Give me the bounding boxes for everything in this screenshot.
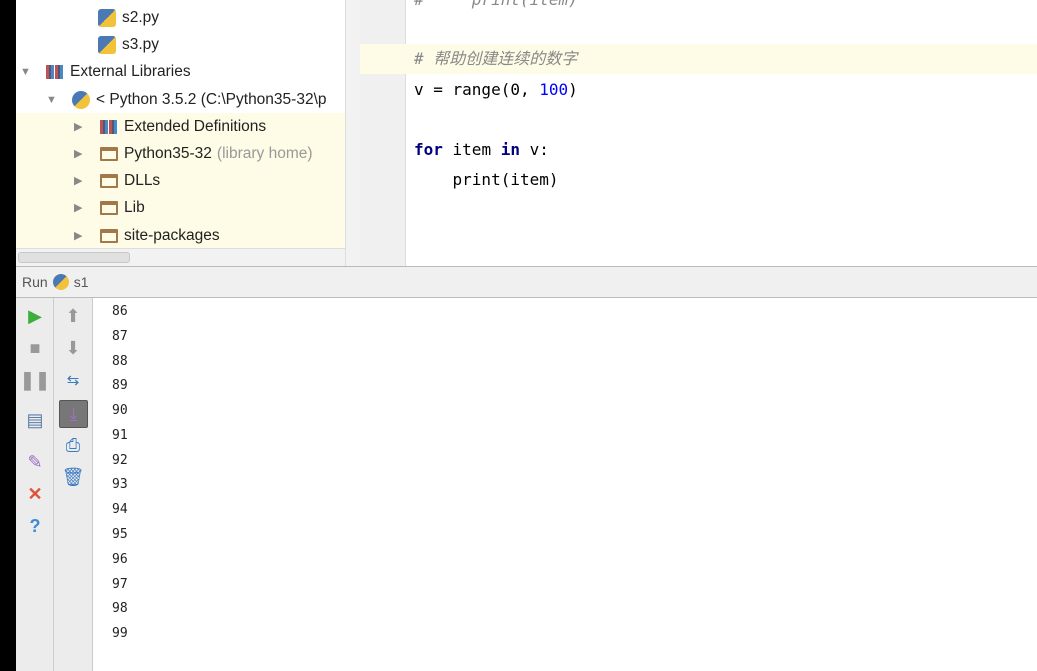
code-line: for item in v: (414, 140, 549, 159)
output-line: 92 (112, 453, 128, 468)
stop-icon[interactable]: ■ (23, 336, 47, 360)
output-line: 86 (112, 304, 128, 319)
python-icon (72, 90, 90, 109)
output-line: 91 (112, 428, 128, 443)
expand-down-icon[interactable]: ▼ (46, 94, 58, 106)
output-line: 94 (112, 502, 128, 517)
output-line: 96 (112, 552, 128, 567)
folder-icon (100, 173, 118, 188)
python-icon (52, 274, 69, 290)
expand-right-icon[interactable]: ▶ (74, 120, 86, 133)
down-arrow-icon[interactable]: ⬇ (61, 336, 85, 360)
tree-item-s2[interactable]: s2.py (98, 4, 159, 31)
code-line: print(item) (414, 170, 559, 189)
up-arrow-icon[interactable]: ⬆ (61, 304, 85, 328)
output-line: 98 (112, 601, 128, 616)
folder-icon (100, 146, 118, 161)
close-icon[interactable]: ✕ (23, 482, 47, 506)
output-line: 87 (112, 329, 128, 344)
soft-wrap-icon[interactable]: ⇆ (61, 368, 85, 392)
library-icon (46, 64, 64, 79)
tree-item-extended-definitions[interactable]: ▶ Extended Definitions (74, 113, 266, 140)
code-lines[interactable]: # print(item) # 帮助创建连续的数字 v = range(0, 1… (406, 0, 1037, 266)
project-tree: s2.py s3.py ▼ External Libraries ▼ < Pytho… (16, 0, 345, 266)
horizontal-scrollbar[interactable] (16, 248, 345, 266)
run-toolbar-secondary: ⬆ ⬇ ⇆ ⤓ ⎙ 🗑 (54, 298, 93, 671)
tree-item-external-libraries[interactable]: ▼ External Libraries (20, 58, 191, 85)
folder-icon (100, 228, 118, 243)
run-config-tab[interactable]: s1 (74, 274, 89, 290)
expand-right-icon[interactable]: ▶ (74, 229, 86, 242)
folder-icon (100, 200, 118, 215)
pause-icon[interactable]: ❚❚ (20, 368, 50, 392)
output-line: 99 (112, 626, 128, 641)
python-file-icon (98, 8, 116, 27)
output-line: 95 (112, 527, 128, 542)
python-file-icon (98, 35, 116, 54)
library-icon (100, 119, 118, 134)
expand-down-icon[interactable]: ▼ (20, 66, 32, 78)
output-line: 90 (112, 403, 128, 418)
output-line: 97 (112, 577, 128, 592)
run-icon[interactable]: ▶ (23, 304, 47, 328)
expand-right-icon[interactable]: ▶ (74, 147, 86, 160)
trash-icon[interactable]: 🗑 (61, 465, 85, 489)
expand-right-icon[interactable]: ▶ (74, 201, 86, 214)
tree-item-dlls[interactable]: ▶ DLLs (74, 167, 160, 194)
help-icon[interactable]: ? (23, 514, 47, 538)
scroll-to-end-icon[interactable]: ⤓ (59, 400, 88, 428)
print-icon[interactable]: ⎙ (61, 433, 85, 457)
code-line: v = range(0, 100) (414, 80, 578, 99)
code-line: # print(item) (414, 0, 578, 15)
layout-icon[interactable]: ▤ (23, 408, 47, 432)
scrollbar-thumb[interactable] (18, 252, 130, 263)
expand-right-icon[interactable]: ▶ (74, 174, 86, 187)
output-line: 93 (112, 477, 128, 492)
tree-vertical-scrollbar[interactable] (345, 0, 360, 266)
output-line: 89 (112, 378, 128, 393)
tree-item-lib[interactable]: ▶ Lib (74, 194, 145, 221)
output-line: 88 (112, 354, 128, 369)
code-line: # 帮助创建连续的数字 (414, 49, 578, 68)
pin-icon[interactable]: ✎ (23, 450, 47, 474)
console-output[interactable]: 86 87 88 89 90 91 92 93 94 95 96 97 98 9… (93, 298, 1037, 671)
tree-item-python-sdk[interactable]: ▼ < Python 3.5.2 (C:\Python35-32\p (46, 86, 327, 113)
tree-item-site-packages[interactable]: ▶ site-packages (74, 222, 220, 249)
run-label: Run (22, 274, 48, 290)
tree-item-python35-32[interactable]: ▶ Python35-32 (library home) (74, 140, 313, 167)
tree-item-s3[interactable]: s3.py (98, 31, 159, 58)
run-toolbar-primary: ▶ ■ ❚❚ ▤ ✎ ✕ ? (16, 298, 54, 671)
run-tool-window-header: Run s1 (16, 266, 1037, 298)
editor-gutter (360, 0, 406, 266)
